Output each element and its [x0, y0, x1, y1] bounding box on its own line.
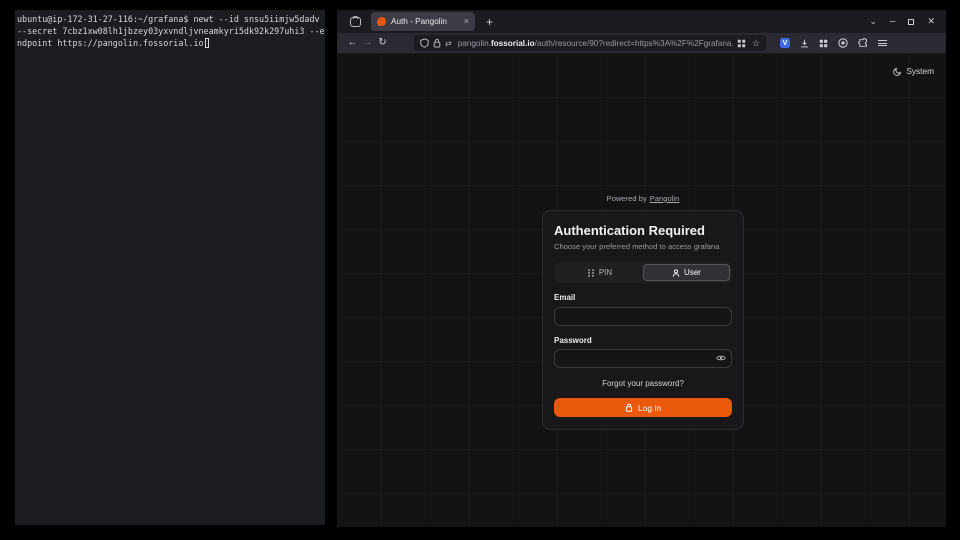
password-field[interactable]: [554, 349, 732, 368]
eye-icon: [716, 354, 726, 362]
url-host-prefix: pangolin.: [458, 39, 491, 48]
tab-user[interactable]: User: [643, 264, 730, 281]
password-label: Password: [554, 336, 732, 345]
email-field[interactable]: [554, 307, 732, 326]
downloads-icon[interactable]: [800, 39, 809, 48]
tab-title: Auth - Pangolin: [391, 17, 459, 26]
browser-tab-active[interactable]: Auth - Pangolin ×: [371, 12, 475, 31]
auth-page: System Powered by Pangolin Authenticatio…: [337, 53, 946, 527]
tab-close-icon[interactable]: ×: [464, 17, 469, 26]
reload-button[interactable]: ↻: [375, 38, 390, 48]
adblocker-circle-icon[interactable]: [838, 38, 848, 48]
bookmark-star-icon[interactable]: ☆: [752, 38, 760, 49]
theme-toggle[interactable]: System: [893, 66, 934, 76]
keypad-icon: [587, 269, 595, 277]
tab-pin[interactable]: PIN: [556, 264, 643, 281]
container-grid-icon[interactable]: [737, 39, 746, 48]
auth-method-tabs: PIN User: [554, 262, 732, 283]
minimize-button[interactable]: –: [890, 16, 896, 27]
card-title: Authentication Required: [554, 223, 732, 238]
forward-button[interactable]: →: [360, 38, 375, 48]
terminal-line-text: ndpoint https://pangolin.fossorial.io: [17, 38, 204, 48]
card-subtitle: Choose your preferred method to access g…: [554, 242, 732, 251]
permissions-swap-icon[interactable]: ⇄: [445, 39, 452, 48]
puzzle-extension-icon[interactable]: [858, 38, 868, 48]
login-button-label: Log in: [638, 403, 661, 413]
tracking-shield-icon[interactable]: [420, 38, 429, 48]
user-icon: [672, 269, 680, 277]
powered-by-text: Powered by: [607, 194, 647, 203]
tab-pin-label: PIN: [599, 268, 612, 277]
terminal-window[interactable]: ubuntu@ip-172-31-27-116:~/grafana$ newt …: [15, 10, 325, 525]
terminal-cursor: [205, 38, 210, 48]
url-path: /auth/resource/90?redirect=https%3A%2F%2…: [535, 39, 733, 48]
browser-nav-bar: ← → ↻ ⇄ pangolin.fossorial.io/auth/resou…: [337, 33, 946, 53]
auth-card: Authentication Required Choose your pref…: [542, 210, 744, 430]
forgot-password-link[interactable]: Forgot your password?: [554, 379, 732, 388]
moon-icon: [893, 67, 902, 76]
email-label: Email: [554, 293, 732, 302]
tab-user-label: User: [684, 268, 701, 277]
menu-hamburger-icon[interactable]: [878, 40, 887, 46]
url-bar[interactable]: ⇄ pangolin.fossorial.io/auth/resource/90…: [414, 35, 766, 51]
pangolin-link[interactable]: Pangolin: [650, 194, 680, 203]
list-tabs-chevron-icon[interactable]: ⌄: [869, 16, 877, 27]
extensions-grid-icon[interactable]: [819, 39, 828, 48]
maximize-button[interactable]: [908, 19, 914, 25]
close-window-button[interactable]: ✕: [927, 16, 935, 27]
show-password-button[interactable]: [716, 354, 726, 362]
login-lock-icon: [625, 403, 633, 412]
desktop: ubuntu@ip-172-31-27-116:~/grafana$ newt …: [0, 0, 960, 540]
browser-window: Auth - Pangolin × + ⌄ – ✕ ← → ↻: [337, 10, 946, 527]
pangolin-favicon-icon: [377, 17, 386, 26]
lock-icon[interactable]: [433, 38, 441, 48]
terminal-line: ndpoint https://pangolin.fossorial.io: [17, 37, 324, 49]
extension-badge-icon[interactable]: V: [780, 38, 790, 48]
theme-toggle-label: System: [906, 66, 934, 76]
browser-tab-bar: Auth - Pangolin × + ⌄ – ✕: [337, 10, 946, 33]
terminal-line: --secret 7cbz1xw08lh1jbzey03yxvndljvneam…: [17, 25, 324, 37]
firefox-view-icon[interactable]: [350, 17, 361, 27]
back-button[interactable]: ←: [345, 38, 360, 48]
powered-by: Powered by Pangolin: [542, 194, 744, 203]
login-button[interactable]: Log in: [554, 398, 732, 417]
url-host: fossorial.io: [491, 39, 535, 48]
new-tab-button[interactable]: +: [486, 15, 493, 29]
terminal-line: ubuntu@ip-172-31-27-116:~/grafana$ newt …: [17, 13, 324, 25]
url-text[interactable]: pangolin.fossorial.io/auth/resource/90?r…: [458, 39, 733, 48]
